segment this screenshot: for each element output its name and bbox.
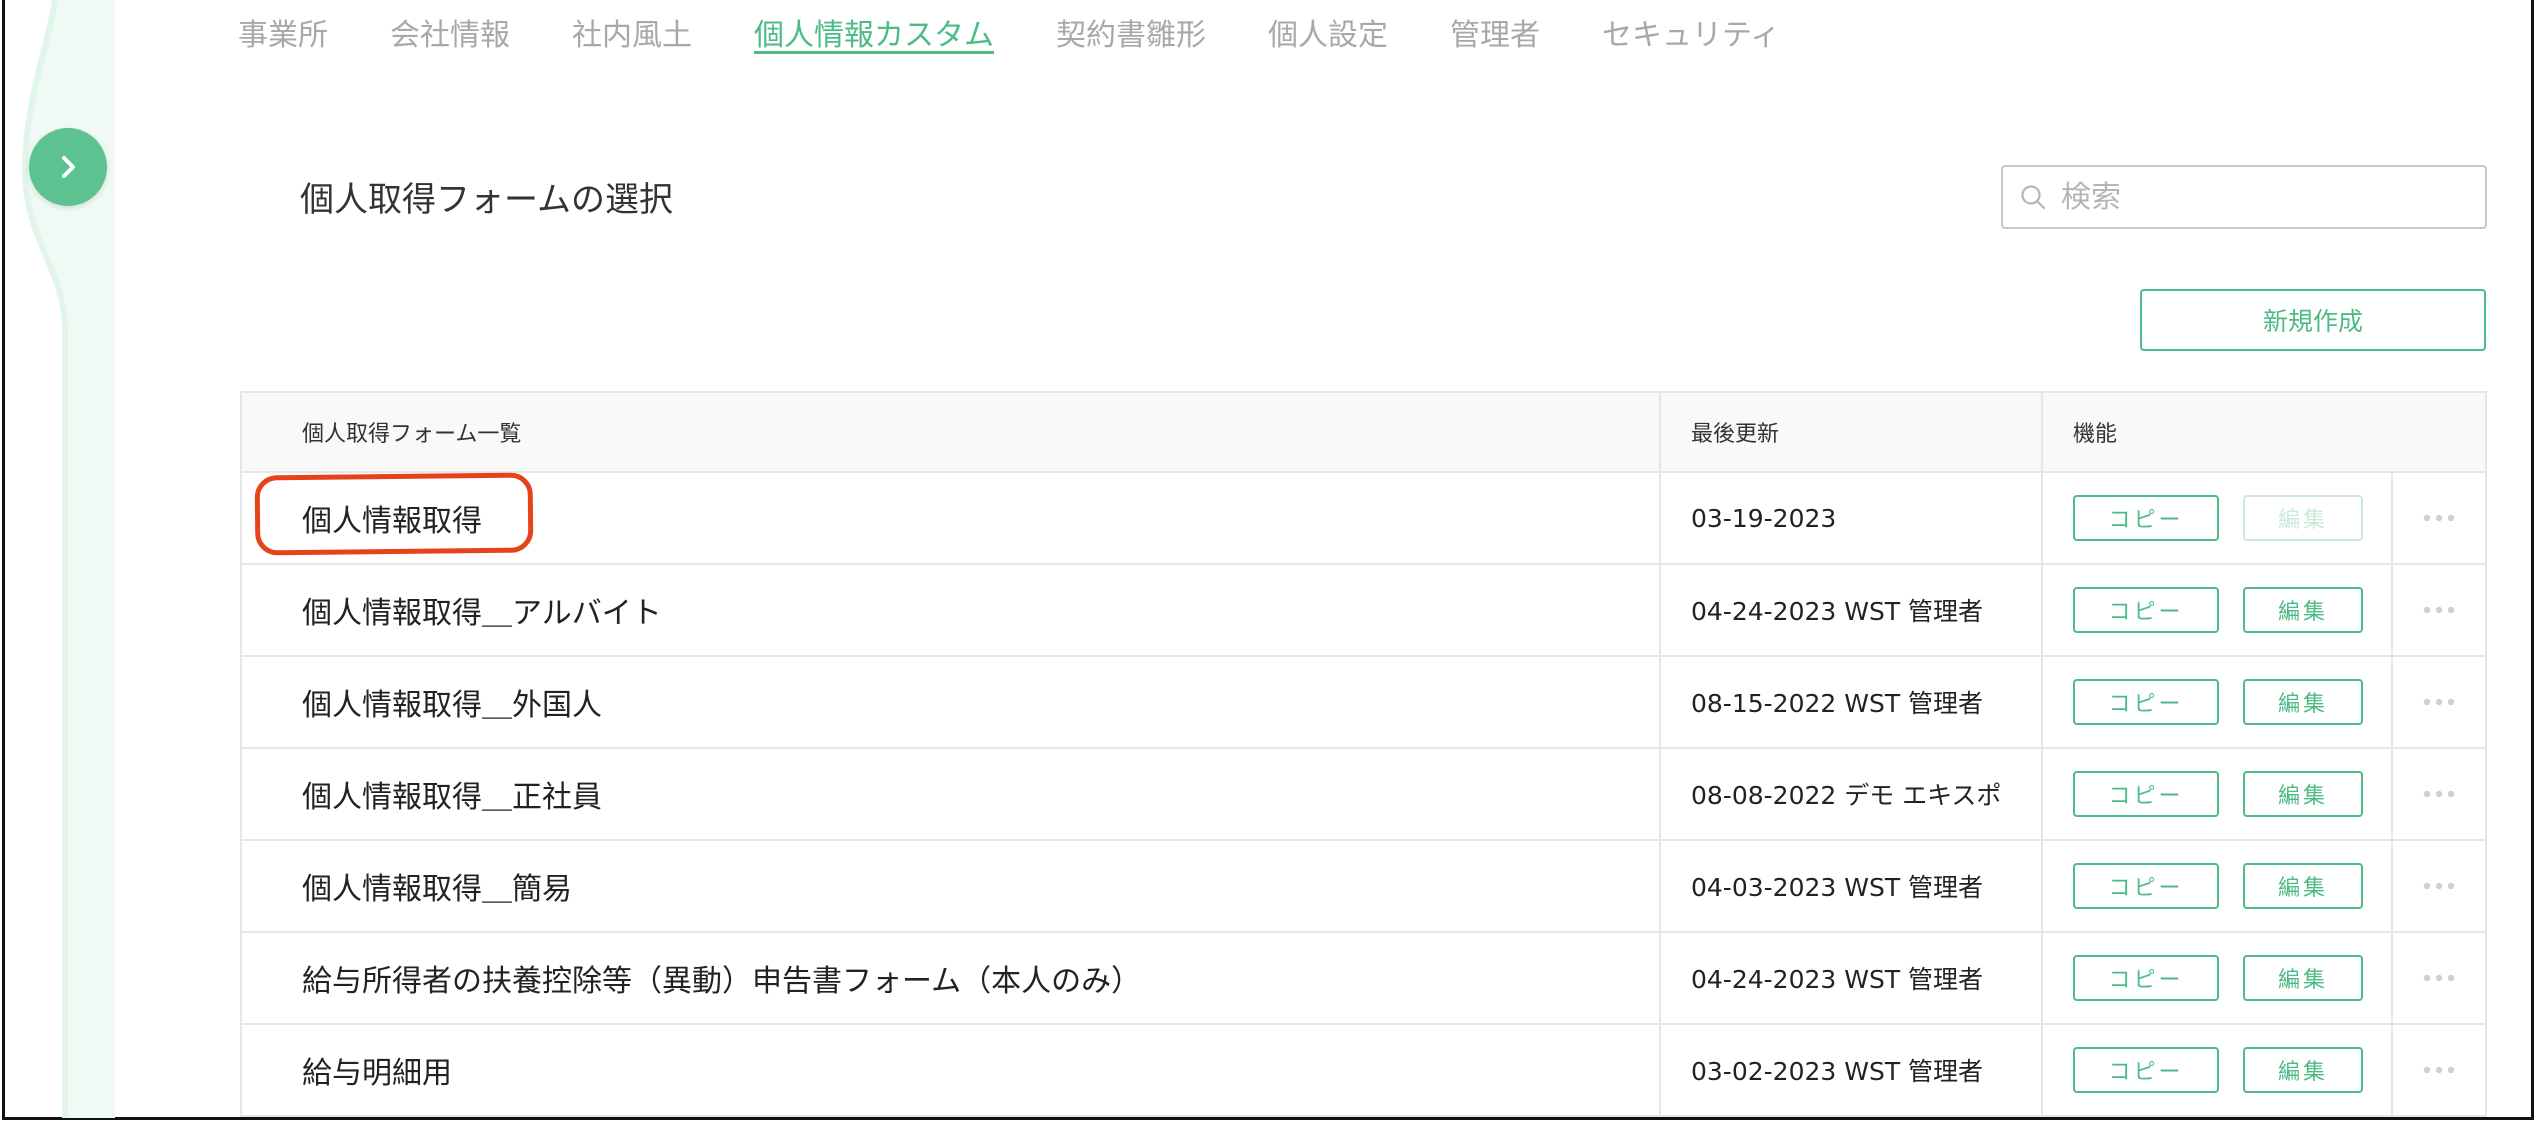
more-horizontal-icon	[2423, 790, 2455, 798]
more-horizontal-icon	[2423, 514, 2455, 522]
tab-office[interactable]: 事業所	[238, 0, 328, 54]
settings-tabs: 事業所 会社情報 社内風土 個人情報カスタム 契約書雛形 個人設定 管理者 セキ…	[238, 0, 1842, 66]
more-horizontal-icon	[2423, 606, 2455, 614]
more-actions[interactable]	[2393, 606, 2485, 614]
last-updated: 08-15-2022 WST 管理者	[1661, 657, 2043, 747]
table-row[interactable]: 個人情報取得 03-19-2023 コピー 編集	[242, 473, 2485, 565]
tab-company-culture[interactable]: 社内風土	[572, 0, 692, 54]
more-actions[interactable]	[2393, 514, 2485, 522]
search-icon	[2021, 185, 2046, 210]
copy-button[interactable]: コピー	[2073, 771, 2219, 817]
create-new-button[interactable]: 新規作成	[2140, 289, 2486, 351]
tab-contract-templates[interactable]: 契約書雛形	[1056, 0, 1206, 54]
tab-personal-info-custom[interactable]: 個人情報カスタム	[754, 0, 994, 54]
table-row[interactable]: 給与所得者の扶養控除等（異動）申告書フォーム（本人のみ） 04-24-2023 …	[242, 933, 2485, 1025]
side-rail	[5, 0, 115, 1118]
tab-company-info[interactable]: 会社情報	[390, 0, 510, 54]
more-actions[interactable]	[2393, 882, 2485, 890]
more-horizontal-icon	[2423, 1066, 2455, 1074]
form-name[interactable]: 給与明細用	[242, 1025, 1661, 1115]
table-header: 個人取得フォーム一覧 最後更新 機能	[242, 393, 2485, 473]
column-header-form-list: 個人取得フォーム一覧	[242, 393, 1661, 471]
row-actions: コピー 編集	[2043, 565, 2485, 655]
row-actions: コピー 編集	[2043, 1025, 2485, 1115]
edit-button[interactable]: 編集	[2243, 587, 2363, 633]
more-actions[interactable]	[2393, 974, 2485, 982]
table-row[interactable]: 個人情報取得＿外国人 08-15-2022 WST 管理者 コピー 編集	[242, 657, 2485, 749]
copy-button[interactable]: コピー	[2073, 495, 2219, 541]
table-row[interactable]: 個人情報取得＿アルバイト 04-24-2023 WST 管理者 コピー 編集	[242, 565, 2485, 657]
row-actions: コピー 編集	[2043, 933, 2485, 1023]
table-row[interactable]: 個人情報取得＿正社員 08-08-2022 デモ エキスポ コピー 編集	[242, 749, 2485, 841]
last-updated: 03-19-2023	[1661, 473, 2043, 563]
column-header-functions: 機能	[2073, 422, 2118, 447]
row-actions: コピー 編集	[2043, 657, 2485, 747]
action-buttons: コピー 編集	[2043, 657, 2393, 747]
form-name[interactable]: 給与所得者の扶養控除等（異動）申告書フォーム（本人のみ）	[242, 933, 1661, 1023]
copy-button[interactable]: コピー	[2073, 587, 2219, 633]
row-actions: コピー 編集	[2043, 841, 2485, 931]
last-updated: 04-24-2023 WST 管理者	[1661, 933, 2043, 1023]
row-actions: コピー 編集	[2043, 473, 2485, 563]
copy-button[interactable]: コピー	[2073, 863, 2219, 909]
search-box[interactable]	[2001, 165, 2487, 229]
tab-administrators[interactable]: 管理者	[1450, 0, 1540, 54]
last-updated: 04-03-2023 WST 管理者	[1661, 841, 2043, 931]
tab-personal-settings[interactable]: 個人設定	[1268, 0, 1388, 54]
edit-button[interactable]: 編集	[2243, 771, 2363, 817]
last-updated: 03-02-2023 WST 管理者	[1661, 1025, 2043, 1115]
more-actions[interactable]	[2393, 1066, 2485, 1074]
row-actions: コピー 編集	[2043, 749, 2485, 839]
more-actions[interactable]	[2393, 790, 2485, 798]
last-updated: 08-08-2022 デモ エキスポ	[1661, 749, 2043, 839]
action-buttons: コピー 編集	[2043, 565, 2393, 655]
table-row[interactable]: 給与明細用 03-02-2023 WST 管理者 コピー 編集	[242, 1025, 2485, 1115]
edit-button[interactable]: 編集	[2243, 679, 2363, 725]
edit-button[interactable]: 編集	[2243, 863, 2363, 909]
column-header-last-updated: 最後更新	[1661, 393, 2043, 471]
copy-button[interactable]: コピー	[2073, 955, 2219, 1001]
action-buttons: コピー 編集	[2043, 933, 2393, 1023]
action-buttons: コピー 編集	[2043, 841, 2393, 931]
search-input[interactable]	[2059, 178, 2463, 216]
table-row[interactable]: 個人情報取得＿簡易 04-03-2023 WST 管理者 コピー 編集	[242, 841, 2485, 933]
more-horizontal-icon	[2423, 882, 2455, 890]
form-table: 個人取得フォーム一覧 最後更新 機能 個人情報取得 03-19-2023 コピー…	[240, 391, 2487, 1117]
tab-security[interactable]: セキュリティ	[1602, 0, 1780, 54]
edit-button[interactable]: 編集	[2243, 1047, 2363, 1093]
form-name[interactable]: 個人情報取得＿外国人	[242, 657, 1661, 747]
form-name[interactable]: 個人情報取得＿アルバイト	[242, 565, 1661, 655]
edit-button: 編集	[2243, 495, 2363, 541]
form-name[interactable]: 個人情報取得＿簡易	[242, 841, 1661, 931]
action-buttons: コピー 編集	[2043, 1025, 2393, 1115]
copy-button[interactable]: コピー	[2073, 679, 2219, 725]
sidebar-expand-button[interactable]	[29, 128, 107, 206]
annotation-highlight-circle	[254, 472, 534, 556]
action-buttons: コピー 編集	[2043, 749, 2393, 839]
more-horizontal-icon	[2423, 698, 2455, 706]
form-name[interactable]: 個人情報取得＿正社員	[242, 749, 1661, 839]
action-buttons: コピー 編集	[2043, 473, 2393, 563]
more-actions[interactable]	[2393, 698, 2485, 706]
edit-button[interactable]: 編集	[2243, 955, 2363, 1001]
page-title: 個人取得フォームの選択	[300, 180, 673, 220]
copy-button[interactable]: コピー	[2073, 1047, 2219, 1093]
more-horizontal-icon	[2423, 974, 2455, 982]
last-updated: 04-24-2023 WST 管理者	[1661, 565, 2043, 655]
chevron-right-icon	[62, 156, 75, 178]
